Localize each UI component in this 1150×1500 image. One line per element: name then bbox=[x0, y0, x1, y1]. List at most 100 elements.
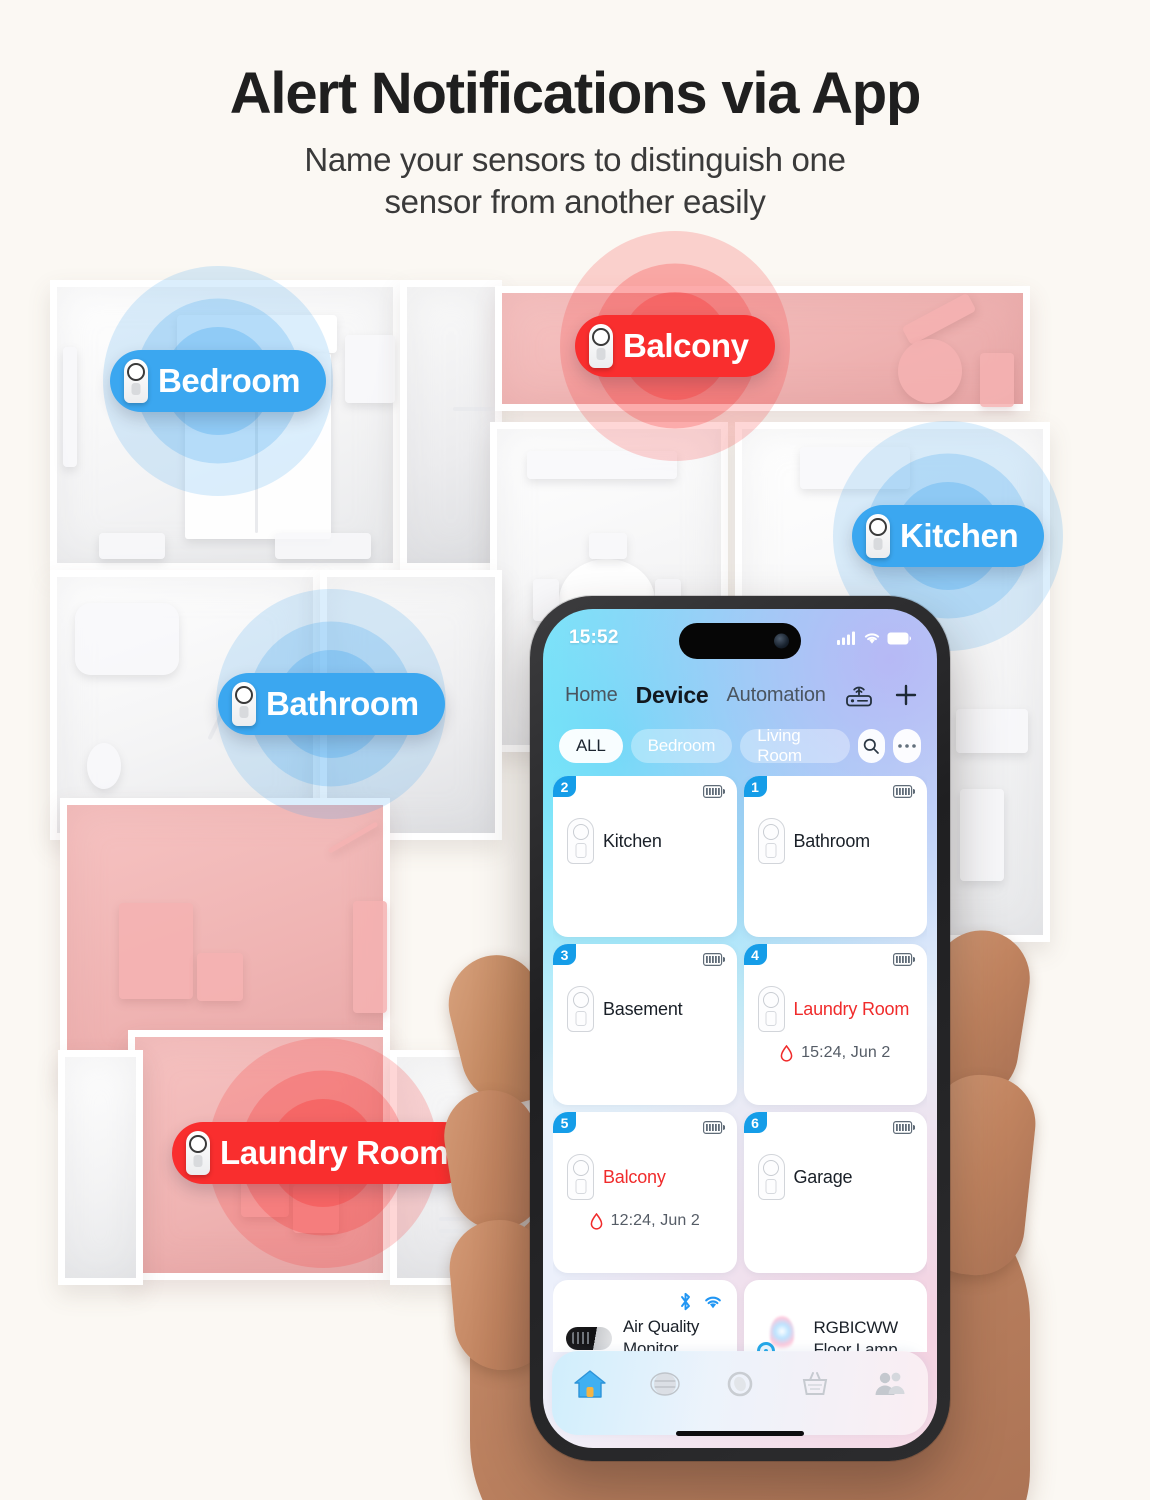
kitchen-cabinet bbox=[956, 709, 1028, 753]
device-card[interactable]: 5 Balcony 12:24, Jun 2 bbox=[553, 1112, 737, 1273]
device-badge: 5 bbox=[553, 1112, 576, 1133]
tab-shop-icon[interactable] bbox=[795, 1364, 835, 1404]
balcony-rack bbox=[901, 292, 977, 346]
top-nav-tabs: Home Device Automation bbox=[543, 681, 937, 709]
air-quality-monitor-icon bbox=[566, 1326, 612, 1350]
device-name: Balcony bbox=[603, 1166, 666, 1187]
marker-pill-bathroom[interactable]: Bathroom bbox=[218, 673, 445, 735]
water-sensor-icon bbox=[757, 986, 785, 1032]
device-body: Balcony bbox=[553, 1154, 737, 1200]
device-body: Garage bbox=[744, 1154, 928, 1200]
marker-label: Bedroom bbox=[158, 362, 301, 399]
water-sensor-icon bbox=[866, 514, 890, 558]
tab-automation[interactable]: Automation bbox=[727, 684, 826, 707]
device-body: Basement bbox=[553, 986, 737, 1032]
room-hallway bbox=[400, 280, 502, 570]
device-name: Garage bbox=[793, 1166, 853, 1187]
device-card[interactable]: 4 Laundry Room 15:24, Jun 2 bbox=[743, 944, 928, 1105]
device-card[interactable]: 6 Garage bbox=[743, 1112, 928, 1273]
marker-kitchen[interactable]: Kitchen bbox=[833, 421, 1064, 651]
tab-scene-icon[interactable] bbox=[720, 1364, 760, 1404]
device-badge: 3 bbox=[553, 944, 576, 965]
chip-all[interactable]: ALL bbox=[559, 729, 623, 763]
marker-label: Kitchen bbox=[900, 517, 1019, 554]
device-name: Bathroom bbox=[793, 830, 871, 851]
water-sensor-icon bbox=[567, 818, 594, 864]
home-indicator[interactable] bbox=[676, 1431, 804, 1436]
marker-pill-laundry-room[interactable]: Laundry Room bbox=[172, 1122, 475, 1184]
room-entry bbox=[58, 1050, 143, 1285]
tab-home[interactable]: Home bbox=[565, 684, 618, 707]
device-alert-row: 15:24, Jun 2 bbox=[744, 1044, 928, 1062]
tab-device[interactable]: Device bbox=[636, 682, 709, 709]
marker-pill-kitchen[interactable]: Kitchen bbox=[852, 505, 1045, 567]
floor-lamp-icon bbox=[756, 1316, 803, 1352]
water-drop-icon bbox=[780, 1044, 793, 1062]
water-sensor-icon bbox=[567, 986, 594, 1032]
tab-explore-icon[interactable] bbox=[645, 1364, 685, 1404]
chair-top bbox=[589, 533, 627, 559]
tab-profile-icon[interactable] bbox=[870, 1364, 910, 1404]
chip-search[interactable] bbox=[857, 729, 886, 763]
marker-label: Balcony bbox=[623, 327, 749, 364]
device-alert-row: 12:24, Jun 2 bbox=[553, 1212, 737, 1230]
device-card[interactable]: 2 Kitchen bbox=[553, 776, 737, 937]
marker-label: Laundry Room bbox=[220, 1134, 449, 1171]
router-icon[interactable] bbox=[844, 682, 874, 708]
promo-page: Alert Notifications via App Name your se… bbox=[0, 0, 1150, 1500]
device-badge: 4 bbox=[743, 944, 767, 965]
status-time: 15:52 bbox=[569, 627, 619, 648]
subtitle-line-2: sensor from another easily bbox=[384, 183, 766, 221]
wardrobe bbox=[345, 335, 395, 403]
nightstand bbox=[99, 533, 165, 559]
marker-pill-balcony[interactable]: Balcony bbox=[575, 315, 775, 377]
wifi-icon bbox=[704, 1296, 721, 1308]
device-body: Air Quality Monitor bbox=[553, 1316, 737, 1352]
water-sensor-icon bbox=[757, 818, 785, 864]
device-body: Laundry Room bbox=[744, 986, 928, 1032]
battery-icon bbox=[893, 785, 916, 803]
hallway-rail bbox=[453, 407, 497, 411]
laundry-rail bbox=[327, 821, 379, 854]
balcony-fan bbox=[898, 339, 962, 403]
battery-icon bbox=[887, 632, 911, 644]
device-badge: 2 bbox=[553, 776, 576, 797]
dresser bbox=[275, 533, 371, 559]
tab-home-icon[interactable] bbox=[570, 1364, 610, 1404]
device-card[interactable]: 1 Bathroom bbox=[743, 776, 927, 937]
water-sensor-icon bbox=[589, 324, 613, 368]
device-name: Laundry Room bbox=[793, 998, 910, 1019]
device-badge: 6 bbox=[743, 1112, 767, 1133]
marker-bedroom[interactable]: Bedroom bbox=[103, 266, 334, 496]
battery-icon bbox=[702, 1121, 725, 1139]
chip-living-room[interactable]: Living Room bbox=[740, 726, 850, 765]
search-icon bbox=[864, 738, 880, 754]
page-title: Alert Notifications via App bbox=[229, 61, 922, 126]
water-sensor-icon bbox=[757, 1154, 785, 1200]
marker-bathroom[interactable]: Bathroom bbox=[216, 589, 447, 819]
device-alert-time: 12:24, Jun 2 bbox=[610, 1212, 700, 1229]
chip-bedroom[interactable]: Bedroom bbox=[630, 729, 733, 763]
water-drop-icon bbox=[590, 1212, 602, 1230]
device-name: RGBICWW Floor Lamp bbox=[814, 1317, 899, 1352]
status-icons bbox=[837, 631, 911, 645]
device-card[interactable]: 3 Basement bbox=[553, 944, 737, 1105]
chip-more[interactable] bbox=[893, 729, 921, 763]
kitchen-window bbox=[960, 789, 1004, 881]
water-sensor-icon bbox=[124, 359, 148, 403]
marker-laundry-room[interactable]: Laundry Room bbox=[172, 1038, 475, 1268]
marker-balcony[interactable]: Balcony bbox=[559, 231, 790, 461]
marker-pill-bedroom[interactable]: Bedroom bbox=[110, 350, 327, 412]
device-name-line-1: Air Quality bbox=[623, 1317, 700, 1336]
device-grid: 2 Kitchen 1 Bathroom 3 Basement 4 Laundr… bbox=[553, 776, 927, 1352]
device-card-floor-lamp[interactable]: RGBICWW Floor Lamp bbox=[743, 1280, 927, 1352]
phone-screen: 15:52 Home Device Automation ALL Bedroom… bbox=[543, 609, 937, 1448]
bottom-tab-bar bbox=[552, 1351, 928, 1435]
plus-icon[interactable] bbox=[892, 681, 920, 709]
device-card-air-quality[interactable]: Air Quality Monitor bbox=[553, 1280, 737, 1352]
marker-label: Bathroom bbox=[266, 685, 419, 722]
battery-icon bbox=[893, 953, 916, 971]
device-name: Air Quality Monitor bbox=[623, 1316, 699, 1352]
cellular-signal-icon bbox=[837, 631, 855, 645]
nav-tools bbox=[844, 681, 920, 709]
